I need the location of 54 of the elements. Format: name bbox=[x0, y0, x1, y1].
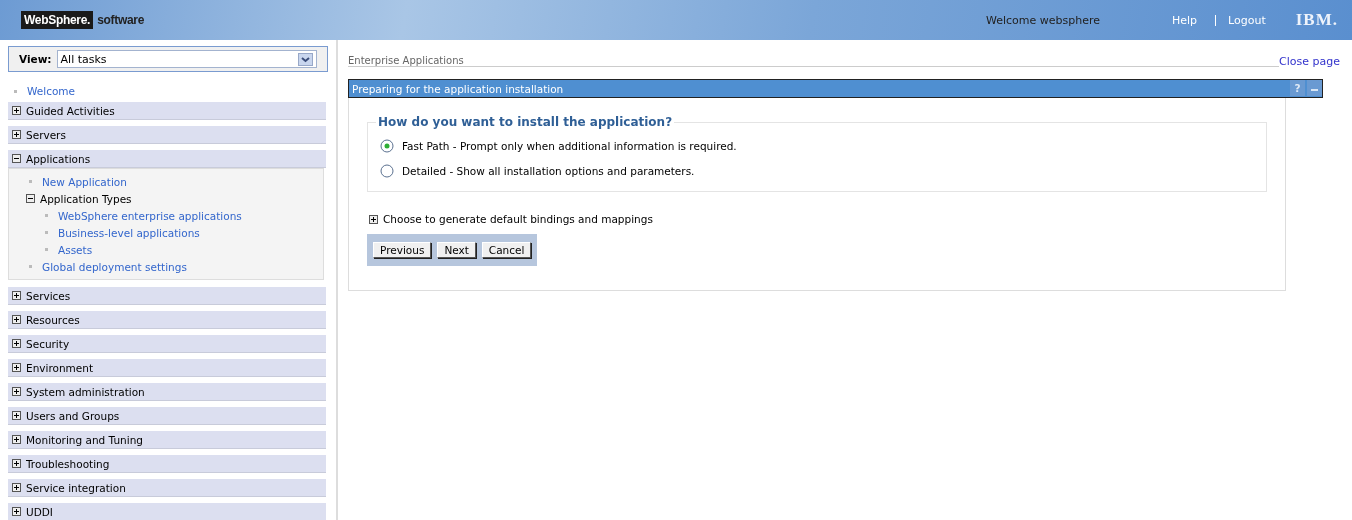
nav-link[interactable]: New Application bbox=[42, 175, 127, 188]
close-page-link[interactable]: Close page bbox=[1279, 55, 1340, 68]
radio-button[interactable] bbox=[380, 138, 394, 153]
collapse-icon[interactable] bbox=[26, 194, 35, 203]
welcome-link[interactable]: Welcome bbox=[27, 85, 76, 97]
breadcrumb: Enterprise Applications bbox=[348, 55, 464, 66]
expand-icon[interactable] bbox=[12, 339, 21, 348]
expand-icon[interactable] bbox=[369, 214, 378, 224]
brand-logo: WebSphere. bbox=[21, 11, 94, 29]
dropdown-icon bbox=[298, 52, 313, 66]
nav-section[interactable]: Security bbox=[8, 335, 326, 353]
nav-link[interactable]: Global deployment settings bbox=[42, 260, 187, 273]
nav-link[interactable]: Assets bbox=[58, 243, 93, 256]
nav-section[interactable]: UDDI bbox=[8, 503, 326, 520]
expand-icon[interactable] bbox=[12, 411, 21, 420]
nav-section[interactable]: Monitoring and Tuning bbox=[8, 431, 326, 449]
expand-icon[interactable] bbox=[12, 435, 21, 444]
brand-suffix: software bbox=[97, 13, 145, 27]
nav-link[interactable]: Business-level applications bbox=[58, 226, 200, 239]
expander-label[interactable]: Choose to generate default bindings and mappings bbox=[383, 213, 653, 225]
view-select[interactable]: All tasks bbox=[56, 50, 317, 68]
panel-title: Preparing for the application installation bbox=[352, 82, 564, 95]
expand-icon[interactable] bbox=[12, 459, 21, 468]
expand-icon[interactable] bbox=[12, 387, 21, 396]
collapse-icon[interactable] bbox=[12, 154, 21, 163]
expand-icon[interactable] bbox=[12, 291, 21, 300]
action-button[interactable]: Cancel bbox=[481, 242, 532, 258]
nav-section[interactable]: Applications bbox=[8, 150, 326, 168]
nav-section[interactable]: Troubleshooting bbox=[8, 455, 326, 473]
nav-group[interactable]: Application Types bbox=[40, 192, 132, 205]
nav-section[interactable]: Resources bbox=[8, 311, 326, 329]
nav-section[interactable]: Users and Groups bbox=[8, 407, 326, 425]
expand-icon[interactable] bbox=[12, 363, 21, 372]
view-label: View: bbox=[19, 53, 52, 65]
action-button[interactable]: Next bbox=[437, 242, 476, 258]
nav-section[interactable]: System administration bbox=[8, 383, 326, 401]
nav-section[interactable]: Guided Activities bbox=[8, 102, 326, 120]
expand-icon[interactable] bbox=[12, 483, 21, 492]
option-label: Fast Path - Prompt only when additional information is required. bbox=[402, 139, 737, 152]
nav-section[interactable]: Services bbox=[8, 287, 326, 305]
expand-icon[interactable] bbox=[12, 507, 21, 516]
action-button[interactable]: Previous bbox=[373, 242, 432, 258]
expand-icon[interactable] bbox=[12, 106, 21, 115]
nav-link[interactable]: WebSphere enterprise applications bbox=[58, 209, 242, 222]
welcome-text: Welcome websphere bbox=[985, 13, 1100, 27]
nav-section[interactable]: Servers bbox=[8, 126, 326, 144]
radio-button[interactable] bbox=[380, 163, 394, 178]
expand-icon[interactable] bbox=[12, 130, 21, 139]
option-label: Detailed - Show all installation options and parameters. bbox=[402, 164, 695, 177]
question-legend: How do you want to install the application? bbox=[376, 115, 675, 129]
nav-section[interactable]: Service integration bbox=[8, 479, 326, 497]
expand-icon[interactable] bbox=[12, 315, 21, 324]
nav-section[interactable]: Environment bbox=[8, 359, 326, 377]
ibm-logo: IBM. bbox=[1295, 10, 1338, 30]
